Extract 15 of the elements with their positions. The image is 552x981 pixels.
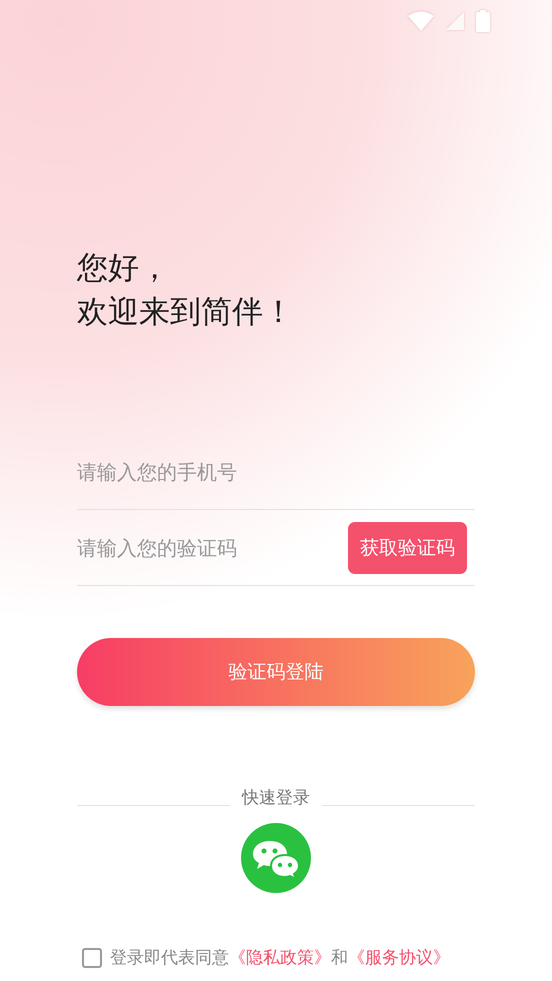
phone-input-field[interactable]: 请输入您的手机号 xyxy=(77,460,475,484)
chat-bubbles-icon[interactable] xyxy=(241,823,311,893)
wifi-icon xyxy=(408,11,434,31)
greeting-text: 欢迎来到简伴！ xyxy=(77,293,295,332)
battery-icon xyxy=(476,10,490,32)
login-button[interactable]: 验证码登陆 xyxy=(77,638,475,706)
get-code-button[interactable]: 获取验证码 xyxy=(348,522,467,574)
signal-icon xyxy=(446,12,464,30)
agreement-link[interactable]: 《隐私政策》 xyxy=(229,948,331,968)
agreement-link[interactable]: 《服务协议》 xyxy=(348,948,450,968)
greeting-text: 您好， xyxy=(77,249,171,288)
quick-login-label: 快速登录 xyxy=(242,787,310,809)
code-input-field[interactable]: 请输入您的验证码 xyxy=(77,536,348,560)
agreement-text: 登录即代表同意《隐私政策》和《服务协议》 xyxy=(110,947,450,969)
agreement-checkbox[interactable] xyxy=(82,948,102,968)
